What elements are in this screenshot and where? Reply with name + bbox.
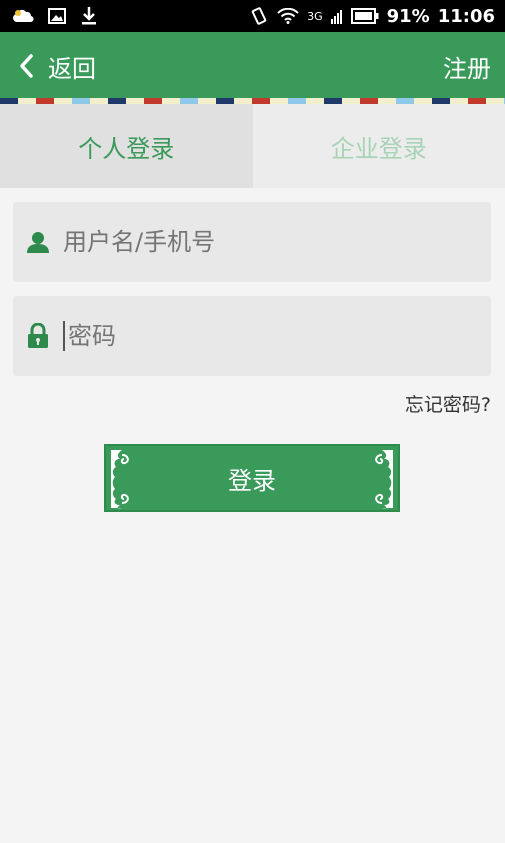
status-left: [12, 6, 98, 26]
battery-level: 91%: [386, 5, 430, 27]
lock-icon: [15, 323, 61, 349]
signal-icon: [330, 8, 343, 24]
wifi-icon: [277, 8, 299, 24]
status-right: 3G 91% 11:06: [249, 6, 495, 27]
login-label: 登录: [228, 466, 276, 495]
tab-enterprise-login[interactable]: 企业登录: [252, 104, 505, 188]
username-input[interactable]: [61, 227, 465, 257]
username-field[interactable]: [13, 202, 491, 282]
chevron-left-icon: [18, 53, 34, 79]
login-type-tabs: 个人登录 企业登录: [0, 104, 505, 188]
password-input[interactable]: [66, 321, 450, 351]
back-button[interactable]: 返回: [18, 32, 96, 100]
network-type: 3G: [307, 9, 323, 23]
clock: 11:06: [437, 5, 495, 27]
tab-personal-login[interactable]: 个人登录: [0, 104, 253, 188]
header-bar: 返回 注册: [0, 32, 505, 100]
user-icon: [15, 230, 61, 254]
ornament-left-icon: [111, 450, 129, 509]
back-label: 返回: [48, 54, 96, 83]
password-field[interactable]: [13, 296, 491, 376]
login-button[interactable]: 登录: [104, 444, 400, 512]
cloud-icon: [12, 9, 34, 23]
ornament-right-icon: [375, 450, 393, 509]
image-icon: [48, 8, 66, 24]
forgot-password-link[interactable]: 忘记密码?: [405, 390, 491, 417]
download-icon: [80, 6, 98, 26]
register-button[interactable]: 注册: [443, 32, 491, 100]
text-cursor: [63, 321, 65, 351]
vibrate-icon: [249, 7, 269, 25]
battery-icon: [350, 8, 379, 24]
status-bar: 3G 91% 11:06: [0, 0, 505, 32]
